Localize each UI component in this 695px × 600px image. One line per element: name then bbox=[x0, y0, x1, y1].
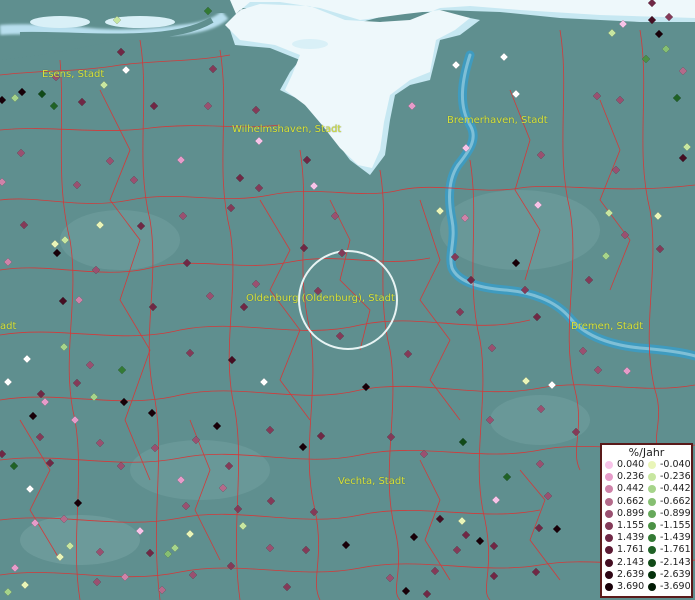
legend-value: 0.040 bbox=[617, 459, 645, 471]
legend-swatch bbox=[605, 546, 613, 555]
legend-value: 1.761 bbox=[617, 544, 645, 556]
legend-row: -0.040 bbox=[648, 459, 691, 471]
legend-swatch bbox=[648, 582, 656, 591]
legend-swatch bbox=[605, 570, 613, 579]
legend-row: -1.761 bbox=[648, 544, 691, 556]
legend-swatch bbox=[648, 485, 656, 494]
legend-swatch bbox=[605, 582, 613, 591]
legend-swatch bbox=[605, 485, 613, 494]
legend-swatch bbox=[648, 522, 656, 531]
city-label-bremen[interactable]: Bremen, Stadt bbox=[571, 321, 643, 332]
city-label-bremerhaven[interactable]: Bremerhaven, Stadt bbox=[447, 115, 548, 126]
legend-row: -3.690 bbox=[648, 581, 691, 593]
legend-value: -1.439 bbox=[660, 532, 691, 544]
map-view[interactable]: Esens, Stadt Wilhelmshaven, Stadt Bremer… bbox=[0, 0, 695, 600]
legend-title: %/Jahr bbox=[628, 446, 665, 459]
legend-value: -3.690 bbox=[660, 580, 691, 592]
city-label-partial[interactable]: adt bbox=[0, 321, 16, 332]
legend-row: 2.639 bbox=[605, 569, 648, 581]
city-label-oldenburg[interactable]: Oldenburg (Oldenburg), Stadt bbox=[246, 293, 395, 304]
legend-row: 0.236 bbox=[605, 471, 648, 483]
legend-swatch bbox=[648, 461, 656, 470]
legend-row: 2.143 bbox=[605, 557, 648, 569]
legend-swatch bbox=[648, 473, 656, 482]
legend-swatch bbox=[648, 534, 656, 543]
legend-swatch bbox=[605, 509, 613, 518]
legend-swatch bbox=[648, 509, 656, 518]
legend-value: 0.442 bbox=[617, 483, 645, 495]
legend-row: 1.155 bbox=[605, 520, 648, 532]
legend-row: 0.442 bbox=[605, 483, 648, 495]
legend-swatch bbox=[648, 497, 656, 506]
legend-row: -0.236 bbox=[648, 471, 691, 483]
legend-value: 1.439 bbox=[617, 532, 645, 544]
legend-swatch bbox=[605, 497, 613, 506]
legend-negative-column: -0.040 -0.236 -0.442 -0.662 -0.899 -1.155 -1.4… bbox=[648, 459, 691, 593]
legend-row: 3.690 bbox=[605, 581, 648, 593]
legend-row: -0.899 bbox=[648, 508, 691, 520]
legend-swatch bbox=[605, 522, 613, 531]
legend-row: -0.662 bbox=[648, 496, 691, 508]
legend-row: -0.442 bbox=[648, 483, 691, 495]
legend-row: 0.662 bbox=[605, 496, 648, 508]
legend-value: -0.236 bbox=[660, 471, 691, 483]
legend-value: -2.639 bbox=[660, 568, 691, 580]
legend-row: -1.155 bbox=[648, 520, 691, 532]
legend-row: 1.761 bbox=[605, 544, 648, 556]
legend-swatch bbox=[605, 473, 613, 482]
legend-row: 1.439 bbox=[605, 532, 648, 544]
legend-value: -2.143 bbox=[660, 556, 691, 568]
legend-value: 0.899 bbox=[617, 507, 645, 519]
city-label-esens[interactable]: Esens, Stadt bbox=[42, 69, 104, 80]
legend-value: -0.442 bbox=[660, 483, 691, 495]
legend-value: 0.662 bbox=[617, 495, 645, 507]
legend-value: -1.155 bbox=[660, 520, 691, 532]
legend-value: 2.143 bbox=[617, 556, 645, 568]
legend-value: 1.155 bbox=[617, 520, 645, 532]
legend-value: -0.662 bbox=[660, 495, 691, 507]
legend-swatch bbox=[605, 558, 613, 567]
legend-row: -1.439 bbox=[648, 532, 691, 544]
legend-value: -1.761 bbox=[660, 544, 691, 556]
legend-value: 2.639 bbox=[617, 568, 645, 580]
legend-value: -0.040 bbox=[660, 459, 691, 471]
legend-row: -2.143 bbox=[648, 557, 691, 569]
legend-positive-column: 0.040 0.236 0.442 0.662 0.899 1.155 1.439 1.761… bbox=[605, 459, 648, 593]
legend-row: -2.639 bbox=[648, 569, 691, 581]
legend-swatch bbox=[648, 546, 656, 555]
legend-swatch bbox=[648, 570, 656, 579]
legend-swatch bbox=[605, 461, 613, 470]
city-label-vechta[interactable]: Vechta, Stadt bbox=[338, 476, 405, 487]
legend: %/Jahr 0.040 0.236 0.442 0.662 0.899 1.155 1.4… bbox=[600, 443, 693, 598]
city-label-wilhelmshaven[interactable]: Wilhelmshaven, Stadt bbox=[232, 124, 341, 135]
legend-swatch bbox=[648, 558, 656, 567]
legend-value: 3.690 bbox=[617, 580, 645, 592]
legend-swatch bbox=[605, 534, 613, 543]
legend-value: 0.236 bbox=[617, 471, 645, 483]
legend-value: -0.899 bbox=[660, 507, 691, 519]
legend-row: 0.040 bbox=[605, 459, 648, 471]
legend-row: 0.899 bbox=[605, 508, 648, 520]
